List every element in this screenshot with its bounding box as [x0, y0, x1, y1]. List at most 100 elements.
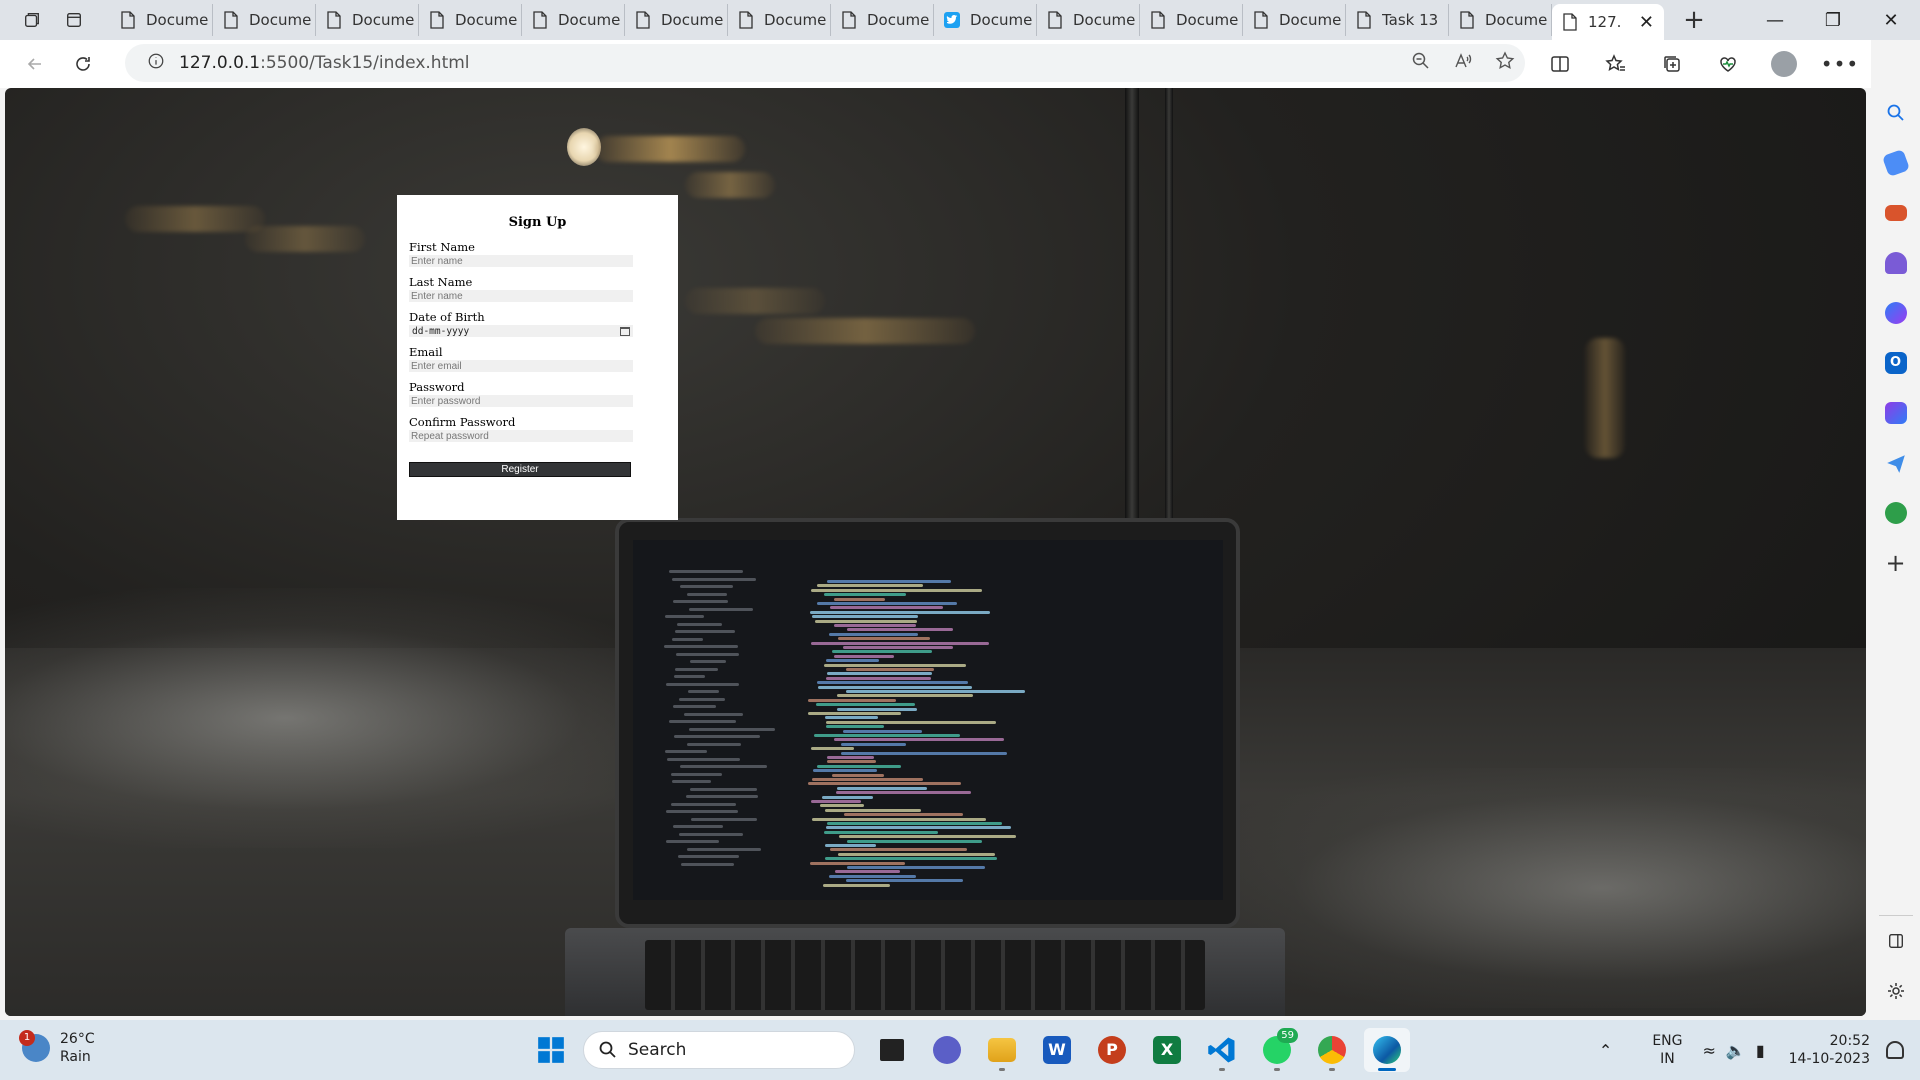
document-icon: [1150, 11, 1176, 29]
file-tree-line: [679, 832, 743, 836]
clock[interactable]: 20:52 14-10-2023: [1789, 1032, 1870, 1068]
sidebar-settings-icon[interactable]: [1871, 966, 1920, 1016]
sidebar-tools-icon[interactable]: [1871, 188, 1920, 238]
background-laptop-keyboard: [565, 928, 1285, 1016]
confirm-password-input[interactable]: [409, 430, 633, 442]
file-tree-line: [665, 750, 707, 753]
browser-tab[interactable]: Docume: [419, 4, 522, 36]
split-screen-icon[interactable]: [1532, 40, 1588, 88]
task-view-icon[interactable]: [869, 1028, 915, 1072]
search-icon: [599, 1041, 616, 1058]
tab-strip: Docume Docume Docume Docume Docume Docume Docu…: [110, 0, 1664, 40]
code-line: [846, 668, 934, 671]
sidebar-m365-icon[interactable]: [1871, 288, 1920, 338]
read-aloud-icon[interactable]: [1453, 51, 1473, 75]
file-tree-line: [669, 720, 736, 723]
language-indicator[interactable]: ENG IN: [1652, 1032, 1682, 1068]
browser-tab-active[interactable]: 127. ✕: [1552, 4, 1664, 40]
document-icon: [532, 11, 558, 29]
taskbar-search[interactable]: Search: [583, 1031, 855, 1069]
address-bar[interactable]: 127.0.0.1:5500/Task15/index.html: [125, 44, 1525, 82]
close-tab-icon[interactable]: ✕: [1639, 12, 1654, 33]
sidebar-games-icon[interactable]: [1871, 238, 1920, 288]
browser-tab[interactable]: Docume: [110, 4, 213, 36]
browser-essentials-icon[interactable]: [1700, 40, 1756, 88]
system-tray: ⌃ ENG IN ≈ 🔈 ▮ 20:52 14-10-2023: [1599, 1020, 1920, 1080]
site-info-icon[interactable]: [147, 52, 165, 74]
chrome-icon[interactable]: [1309, 1028, 1355, 1072]
browser-tab[interactable]: Docume: [1243, 4, 1346, 36]
vscode-icon[interactable]: [1199, 1028, 1245, 1072]
sidebar-tree-icon[interactable]: [1871, 488, 1920, 538]
start-button[interactable]: [528, 1028, 574, 1072]
file-explorer-icon[interactable]: [979, 1028, 1025, 1072]
restore-button[interactable]: ❐: [1804, 0, 1862, 40]
browser-tab[interactable]: Docume: [625, 4, 728, 36]
running-indicator: [1274, 1068, 1280, 1071]
register-button[interactable]: Register: [409, 462, 631, 477]
code-line: [841, 751, 1007, 755]
file-tree-line: [688, 690, 719, 693]
sidebar-add-icon[interactable]: +: [1871, 538, 1920, 588]
word-icon[interactable]: W: [1034, 1028, 1080, 1072]
sidebar-search-icon[interactable]: [1871, 88, 1920, 138]
file-tree-line: [666, 682, 739, 686]
sidebar-shopping-icon[interactable]: [1871, 138, 1920, 188]
document-icon: [635, 11, 661, 29]
favorites-icon[interactable]: [1588, 40, 1644, 88]
background-light-patch: [1205, 768, 1866, 1008]
sidebar-send-icon[interactable]: [1871, 438, 1920, 488]
collections-icon[interactable]: [1644, 40, 1700, 88]
back-button[interactable]: [15, 46, 55, 82]
tab-label: Docume: [352, 11, 415, 29]
browser-tab[interactable]: Docume: [213, 4, 316, 36]
last-name-input[interactable]: [409, 290, 633, 302]
powerpoint-icon[interactable]: P: [1089, 1028, 1135, 1072]
browser-tab[interactable]: Task 13: [1346, 4, 1449, 36]
code-line: [834, 738, 1004, 742]
tab-actions-icon[interactable]: [56, 4, 92, 36]
file-tree-line: [674, 735, 760, 738]
sidebar-outlook-icon[interactable]: O: [1871, 338, 1920, 388]
sidebar-designer-icon[interactable]: [1871, 388, 1920, 438]
close-window-button[interactable]: ✕: [1862, 0, 1920, 40]
weather-widget[interactable]: 1 26°C Rain: [19, 1030, 95, 1066]
battery-icon: ▮: [1755, 1040, 1765, 1060]
code-line: [815, 619, 917, 623]
dob-input[interactable]: dd-mm-yyyy: [409, 325, 633, 337]
email-input[interactable]: [409, 360, 633, 372]
browser-tab[interactable]: Docume: [1140, 4, 1243, 36]
file-tree-line: [671, 772, 722, 776]
code-line: [817, 584, 923, 588]
sidebar-hide-icon[interactable]: [1871, 916, 1920, 966]
browser-tab[interactable]: Docume: [728, 4, 831, 36]
notification-bell-icon[interactable]: [1886, 1041, 1904, 1059]
browser-tab[interactable]: Docume: [522, 4, 625, 36]
zoom-icon[interactable]: [1411, 51, 1431, 75]
new-tab-button[interactable]: +: [1674, 4, 1714, 36]
tab-label: Docume: [970, 11, 1033, 29]
browser-tab-bar: Docume Docume Docume Docume Docume Docume Docu…: [0, 0, 1920, 40]
password-input[interactable]: [409, 395, 633, 407]
profile-avatar[interactable]: [1756, 40, 1812, 88]
workspaces-icon[interactable]: [14, 4, 50, 36]
excel-icon[interactable]: X: [1144, 1028, 1190, 1072]
laptop-keys: [645, 940, 1205, 1010]
browser-tab[interactable]: Docume: [316, 4, 419, 36]
first-name-input[interactable]: [409, 255, 633, 267]
settings-more-icon[interactable]: •••: [1812, 40, 1868, 88]
reload-button[interactable]: [63, 46, 103, 82]
background-laptop: [615, 518, 1240, 928]
browser-tab[interactable]: Docume: [934, 4, 1037, 36]
chevron-up-icon[interactable]: ⌃: [1599, 1041, 1612, 1060]
minimize-button[interactable]: —: [1746, 0, 1804, 40]
browser-tab[interactable]: Docume: [831, 4, 934, 36]
edge-icon[interactable]: [1364, 1028, 1410, 1072]
browser-tab[interactable]: Docume: [1037, 4, 1140, 36]
teams-chat-icon[interactable]: [924, 1028, 970, 1072]
favorite-star-icon[interactable]: [1495, 51, 1515, 75]
calendar-icon[interactable]: [620, 326, 630, 336]
browser-tab[interactable]: Docume: [1449, 4, 1552, 36]
quick-settings[interactable]: ≈ 🔈 ▮: [1702, 1041, 1764, 1060]
whatsapp-icon[interactable]: 59: [1254, 1028, 1300, 1072]
